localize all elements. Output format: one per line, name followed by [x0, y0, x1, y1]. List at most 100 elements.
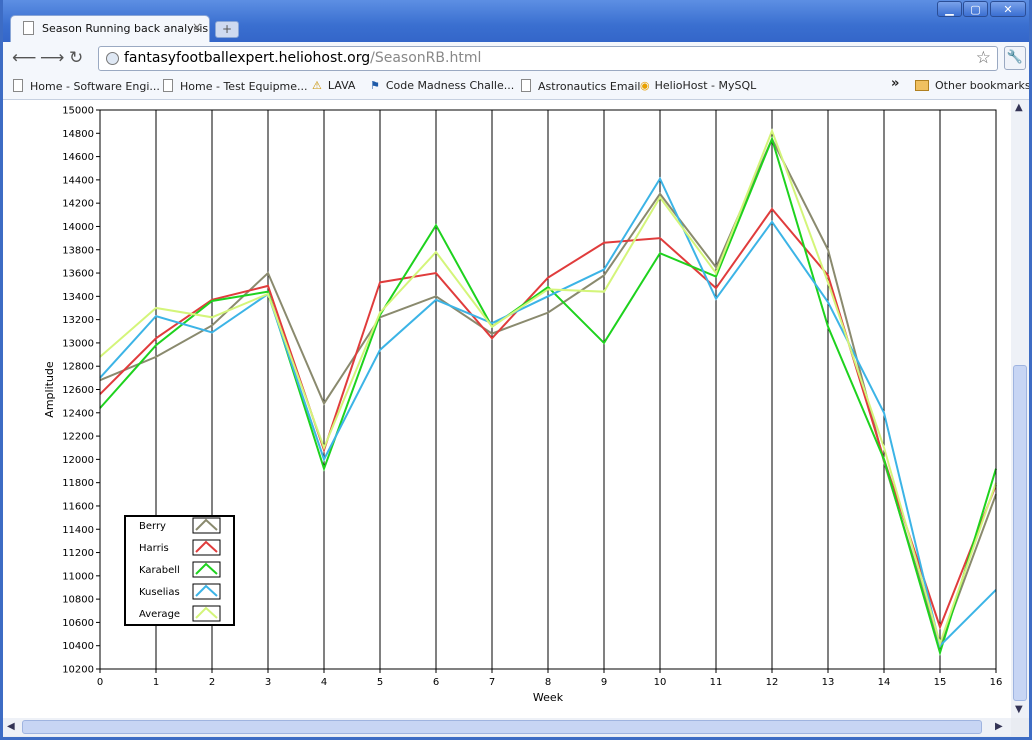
bookmark-label: Astronautics Email	[538, 80, 641, 93]
y-tick-label: 15000	[62, 106, 94, 117]
url-path: /SeasonRB.html	[370, 50, 482, 66]
y-tick-label: 14800	[62, 129, 94, 140]
chart-grid	[155, 110, 941, 669]
legend-label: Harris	[139, 543, 169, 554]
line-chart: 10200 10400 10600 10800 11000 11200 11400 11600…	[43, 106, 1003, 705]
close-window-button[interactable]: ✕	[990, 1, 1026, 17]
y-tick-label: 10200	[62, 665, 94, 676]
x-tick-label: 11	[710, 677, 723, 688]
y-tick-label: 13600	[62, 269, 94, 280]
x-tick-label: 10	[654, 677, 667, 688]
bookmark-item[interactable]: ◉ HelioHost - MySQL	[640, 79, 756, 92]
y-tick-label: 10800	[62, 595, 94, 606]
y-tick-label: 14600	[62, 152, 94, 163]
scroll-down-icon[interactable]: ▼	[1015, 704, 1023, 715]
scroll-right-icon[interactable]: ▶	[995, 721, 1003, 732]
bookmark-item[interactable]: Astronautics Email	[521, 79, 640, 93]
tab-close-icon[interactable]: ×	[192, 20, 202, 34]
y-tick-label: 11800	[62, 478, 94, 489]
x-tick-label: 8	[545, 677, 551, 688]
y-tick-label: 11600	[62, 501, 94, 512]
page-content: 10200 10400 10600 10800 11000 11200 11400 11600…	[3, 100, 1011, 718]
url-host: fantasyfootballexpert.heliohost.org	[124, 50, 371, 66]
page-icon	[163, 79, 173, 92]
x-tick-label: 7	[489, 677, 495, 688]
minimize-button[interactable]: ▁	[937, 1, 962, 17]
bookmarks-overflow-button[interactable]: »	[891, 76, 899, 91]
chart-legend: Berry Harris Karabell Kuselias Average	[124, 515, 235, 626]
address-bar[interactable]: fantasyfootballexpert.heliohost.org/Seas…	[98, 46, 998, 71]
vertical-scroll-thumb[interactable]	[1013, 365, 1027, 701]
y-tick-label: 13000	[62, 338, 94, 349]
y-tick-label: 13800	[62, 245, 94, 256]
bookmark-label: Code Madness Challe...	[385, 79, 515, 92]
y-axis: 10200 10400 10600 10800 11000 11200 11400 11600…	[62, 106, 100, 676]
y-tick-label: 14400	[62, 175, 94, 186]
y-tick-label: 12800	[62, 362, 94, 373]
horizontal-scroll-thumb[interactable]	[22, 720, 982, 734]
globe-icon	[106, 52, 119, 65]
x-tick-label: 14	[878, 677, 891, 688]
bookmark-label: LAVA	[327, 79, 356, 92]
page-icon	[23, 21, 34, 35]
bookmark-label: Home - Software Engi...	[30, 80, 160, 93]
heliohost-icon: ◉	[640, 79, 650, 92]
legend-label: Kuselias	[139, 587, 180, 598]
back-icon[interactable]: ⟵	[12, 50, 36, 67]
flag-icon: ⚑	[370, 79, 380, 92]
horizontal-scrollbar[interactable]: ◀ ▶	[3, 718, 1011, 736]
reload-icon[interactable]: ↻	[69, 50, 83, 67]
bookmarks-bar: Home - Software Engi... Home - Test Equi…	[3, 75, 1031, 100]
folder-icon	[915, 80, 929, 91]
bookmark-item[interactable]: Home - Software Engi...	[13, 79, 160, 93]
other-bookmarks-button[interactable]: Other bookmarks	[915, 79, 1031, 92]
x-tick-label: 2	[209, 677, 215, 688]
new-tab-button[interactable]: +	[215, 21, 239, 38]
y-tick-label: 11000	[62, 571, 94, 582]
x-tick-label: 13	[822, 677, 835, 688]
page-icon	[521, 79, 531, 92]
y-tick-label: 11200	[62, 548, 94, 559]
url-text: fantasyfootballexpert.heliohost.org/Seas…	[124, 50, 481, 66]
y-tick-label: 13200	[62, 315, 94, 326]
bookmark-item[interactable]: ⚠ LAVA	[312, 79, 355, 92]
x-tick-label: 1	[153, 677, 159, 688]
scroll-left-icon[interactable]: ◀	[7, 721, 15, 732]
y-axis-label: Amplitude	[43, 361, 56, 418]
bookmark-item[interactable]: Home - Test Equipme...	[163, 79, 308, 93]
bookmark-item[interactable]: ⚑ Code Madness Challe...	[370, 79, 514, 92]
x-tick-label: 5	[377, 677, 383, 688]
x-tick-label: 6	[433, 677, 439, 688]
bookmark-label: Home - Test Equipme...	[180, 80, 308, 93]
browser-tab[interactable]: Season Running back analysis ×	[10, 15, 210, 42]
bookmark-label: HelioHost - MySQL	[654, 79, 757, 92]
title-bar: Season Running back analysis × + ▁ ▢ ✕	[0, 0, 1032, 42]
x-tick-label: 16	[990, 677, 1003, 688]
tab-title: Season Running back analysis	[42, 22, 209, 35]
vertical-scrollbar[interactable]: ▲ ▼	[1011, 100, 1029, 718]
y-tick-label: 10600	[62, 618, 94, 629]
x-axis-label: Week	[533, 691, 564, 704]
wrench-icon[interactable]: 🔧	[1004, 46, 1026, 70]
y-tick-label: 12400	[62, 408, 94, 419]
page-icon	[13, 79, 23, 92]
warning-icon: ⚠	[312, 79, 322, 92]
x-tick-label: 9	[601, 677, 607, 688]
scroll-up-icon[interactable]: ▲	[1015, 102, 1023, 113]
x-axis: 0 1 2 3 4 5 6 7 8 9 10 11 12 13 14 15 16	[97, 669, 1003, 688]
y-tick-label: 14000	[62, 222, 94, 233]
forward-icon[interactable]: ⟶	[40, 50, 64, 67]
y-tick-label: 14200	[62, 199, 94, 210]
y-tick-label: 13400	[62, 292, 94, 303]
x-tick-label: 15	[934, 677, 947, 688]
y-tick-label: 12600	[62, 385, 94, 396]
y-tick-label: 12000	[62, 455, 94, 466]
bookmark-star-icon[interactable]: ☆	[976, 48, 991, 68]
toolbar: ⟵ ⟶ ↻ fantasyfootballexpert.heliohost.or…	[3, 42, 1029, 75]
other-bookmarks-label: Other bookmarks	[935, 79, 1031, 92]
x-tick-label: 12	[766, 677, 779, 688]
legend-label: Average	[139, 609, 180, 620]
x-tick-label: 3	[265, 677, 271, 688]
maximize-button[interactable]: ▢	[963, 1, 988, 17]
y-tick-label: 12200	[62, 432, 94, 443]
